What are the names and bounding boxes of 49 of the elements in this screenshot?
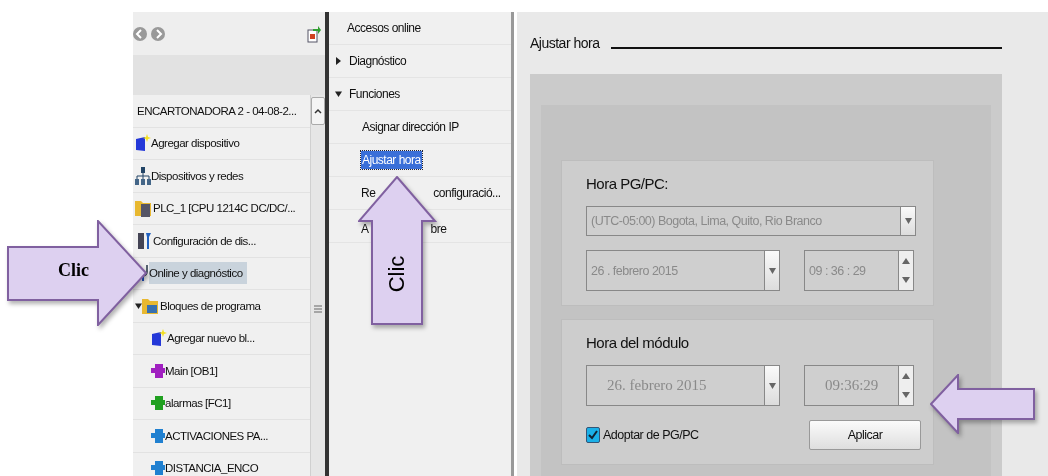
scroll-up-icon[interactable] bbox=[314, 108, 322, 114]
tree-item[interactable]: ACTIVACIONES PA... bbox=[165, 424, 273, 447]
folder-icon bbox=[135, 199, 153, 218]
tree-item[interactable]: Agregar dispositivo bbox=[151, 132, 244, 155]
dropdown-caret-icon bbox=[768, 267, 776, 274]
spin-up-icon[interactable] bbox=[902, 257, 910, 264]
folder-icon bbox=[142, 296, 160, 315]
tree-item[interactable]: Agregar nuevo bl... bbox=[167, 327, 259, 350]
callout-label: Clic bbox=[58, 260, 89, 281]
spin-up-icon[interactable] bbox=[902, 372, 910, 379]
nav-item[interactable]: Accesos online bbox=[346, 19, 422, 37]
nav-item[interactable]: Asignar dirección IP bbox=[361, 118, 460, 136]
spin-down-icon[interactable] bbox=[902, 277, 910, 284]
new-item-icon bbox=[135, 134, 151, 153]
callout-label: Clic bbox=[384, 255, 411, 293]
nav-item[interactable]: Funciones bbox=[348, 85, 401, 103]
nav-item-text: configuració... bbox=[433, 186, 501, 200]
tree-item[interactable]: DISTANCIA_ENCO bbox=[165, 457, 263, 476]
nav-item[interactable]: Diagnóstico bbox=[348, 52, 408, 70]
left-arrow-icon bbox=[930, 374, 1036, 434]
tree-item[interactable]: Main [OB1] bbox=[165, 359, 222, 382]
checkmark-icon bbox=[588, 430, 598, 440]
nav-item[interactable]: Ajustar hora bbox=[361, 151, 422, 169]
nav-item-text: bre bbox=[430, 222, 447, 236]
tree-item[interactable]: Online y diagnóstico bbox=[149, 262, 247, 285]
group-title: Hora PG/PC: bbox=[586, 175, 670, 192]
forward-icon[interactable] bbox=[151, 26, 165, 41]
tree-item[interactable]: Bloques de programa bbox=[160, 294, 265, 317]
export-icon[interactable] bbox=[307, 24, 321, 43]
back-icon[interactable] bbox=[133, 26, 147, 41]
expand-toggle-icon[interactable] bbox=[335, 57, 342, 65]
project-title: ENCARTONADORA 2 - 04-08-2... bbox=[136, 104, 297, 117]
spin-down-icon[interactable] bbox=[902, 392, 910, 399]
tree-item[interactable]: alarmas [FC1] bbox=[165, 392, 235, 415]
scroll-grip-icon[interactable] bbox=[314, 305, 322, 313]
section-title: Ajustar hora bbox=[530, 35, 600, 51]
nav-item-text: A bbox=[361, 222, 369, 236]
group-title: Hora del módulo bbox=[586, 334, 690, 351]
network-icon bbox=[135, 166, 151, 185]
nav-item-text: Re bbox=[361, 186, 376, 200]
dropdown-caret-icon bbox=[768, 382, 776, 389]
tree-item[interactable]: Configuración de dis... bbox=[153, 229, 260, 252]
wrench-icon bbox=[137, 231, 153, 250]
expand-toggle-icon[interactable] bbox=[335, 90, 342, 98]
dropdown-caret-icon bbox=[904, 218, 912, 224]
right-arrow-icon bbox=[6, 220, 148, 326]
new-item-icon bbox=[151, 329, 167, 348]
tree-item[interactable]: PLC_1 [CPU 1214C DC/DC/... bbox=[153, 197, 300, 220]
tree-item[interactable]: Dispositivos y redes bbox=[151, 164, 248, 187]
